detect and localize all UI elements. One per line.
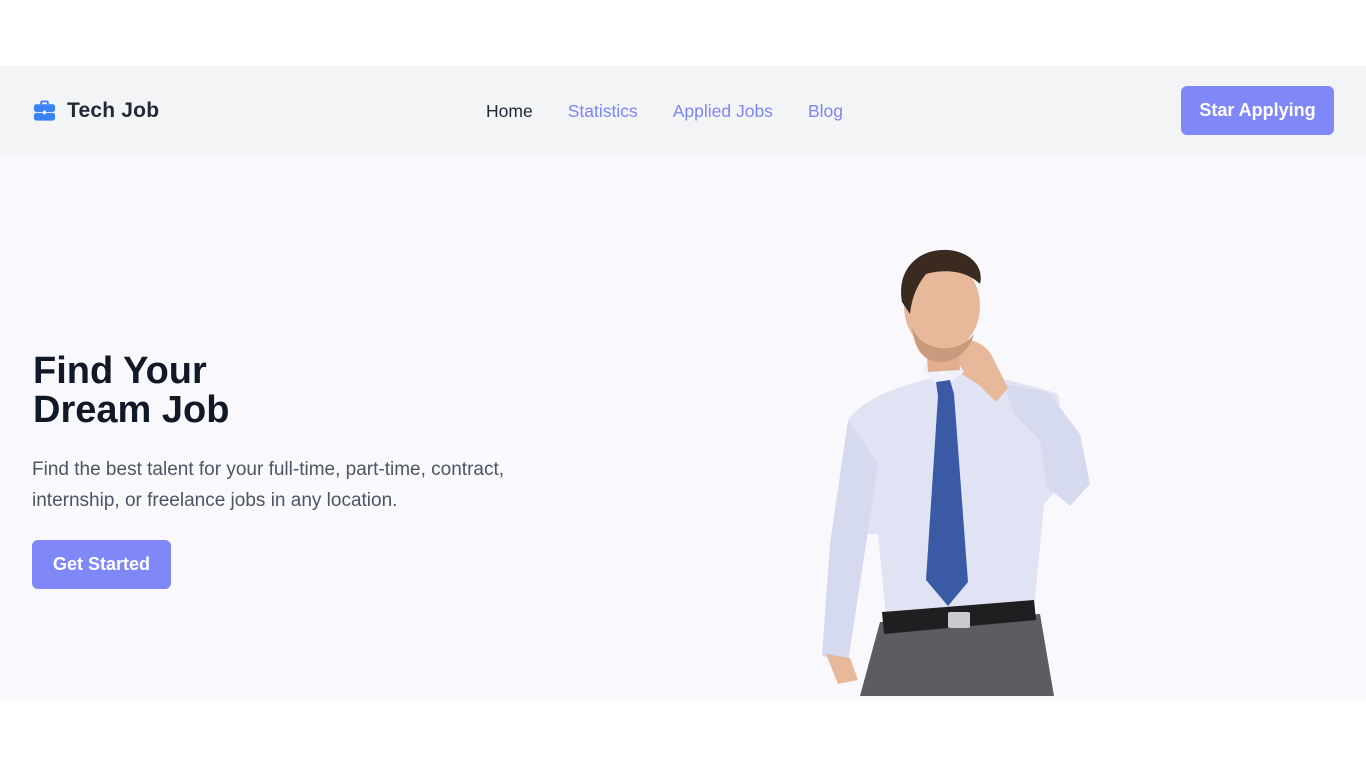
nav-link-blog[interactable]: Blog xyxy=(808,101,843,122)
navbar: Tech Job Home Statistics Applied Jobs Bl… xyxy=(0,66,1366,156)
hero-section: Find Your Dream Job Find the best talent… xyxy=(0,156,1366,700)
hero-description: Find the best talent for your full-time,… xyxy=(32,459,505,511)
hero-title: Find Your Dream Job xyxy=(33,350,230,431)
get-started-button[interactable]: Get Started xyxy=(32,540,171,589)
page: Tech Job Home Statistics Applied Jobs Bl… xyxy=(0,0,1366,767)
nav-link-statistics[interactable]: Statistics xyxy=(568,101,638,122)
main-nav: Home Statistics Applied Jobs Blog xyxy=(486,66,843,156)
hero-person-image xyxy=(822,249,1090,696)
brand-name: Tech Job xyxy=(67,99,160,122)
star-applying-button[interactable]: Star Applying xyxy=(1181,86,1334,135)
briefcase-icon xyxy=(33,100,56,121)
nav-link-home[interactable]: Home xyxy=(486,101,533,122)
brand[interactable]: Tech Job xyxy=(33,66,159,156)
nav-link-applied-jobs[interactable]: Applied Jobs xyxy=(673,101,773,122)
